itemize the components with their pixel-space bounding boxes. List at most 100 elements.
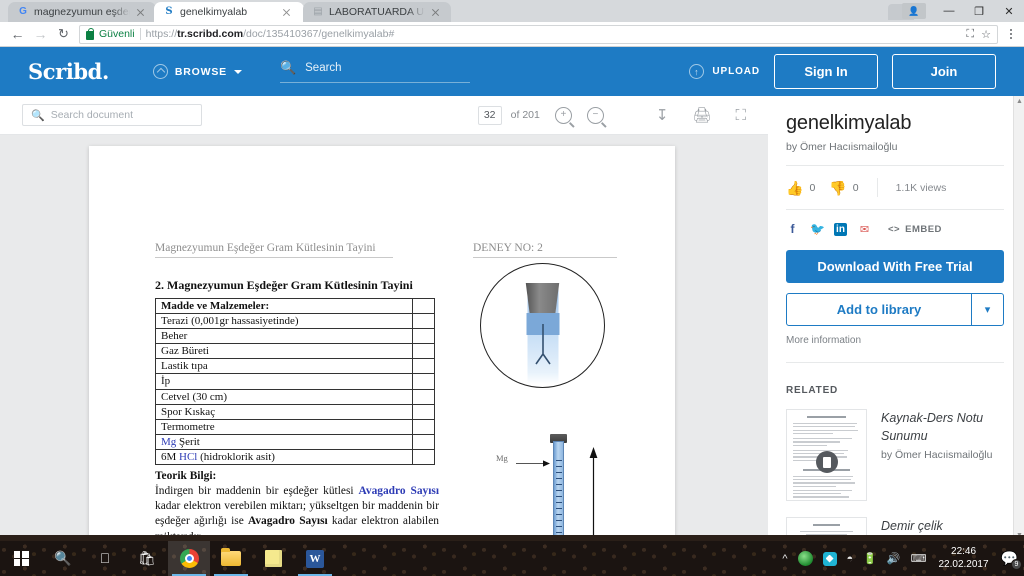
clock-date: 22.02.2017	[938, 558, 989, 570]
reload-button[interactable]: ↻	[52, 23, 75, 46]
related-thumbnail[interactable]	[786, 409, 867, 501]
material-cell: Gaz Büreti	[155, 343, 413, 360]
browser-tab-strip: G magnezyumun eşdeğer S genelkimyalab ▤ …	[0, 0, 1024, 22]
join-button[interactable]: Join	[892, 54, 996, 89]
print-icon[interactable]: 🖨	[692, 106, 711, 124]
wifi-icon[interactable]: ◓	[847, 553, 854, 565]
chrome-icon[interactable]	[168, 541, 210, 576]
upvote-control[interactable]: 👍 0	[786, 181, 815, 195]
browser-tab-3[interactable]: ▤ LABORATUARDA UYUL	[303, 2, 451, 22]
related-author: by Ömer Hacıismailoğlu	[881, 449, 993, 462]
word-icon[interactable]: W	[294, 541, 336, 576]
store-icon[interactable]: 🛍	[126, 541, 168, 576]
star-icon[interactable]: ☆	[981, 28, 991, 41]
search-icon[interactable]: 🔍	[42, 541, 84, 576]
thumb-up-icon[interactable]: 👍	[786, 181, 803, 195]
email-icon[interactable]: ✉	[858, 223, 871, 236]
burette-ticks	[554, 442, 563, 541]
page-icon: ▤	[313, 6, 323, 17]
profile-avatar-icon[interactable]: 👤	[902, 3, 926, 19]
window-maximize-button[interactable]: ❐	[964, 0, 994, 22]
keyboard-icon[interactable]: ⌨	[911, 552, 927, 565]
download-icon[interactable]: ↧	[656, 106, 669, 124]
browser-tab-2-close-icon[interactable]	[281, 7, 292, 18]
table-cell-blank	[412, 433, 435, 450]
table-row: Terazi (0,001gr hassasiyetinde)	[155, 313, 435, 330]
browser-menu-icon[interactable]	[1004, 25, 1018, 44]
download-free-trial-button[interactable]: Download With Free Trial	[786, 250, 1004, 283]
related-title[interactable]: Demir çelik	[881, 517, 943, 535]
page-navigator: of 201 + −	[477, 105, 604, 125]
document-viewport[interactable]: Magnezyumun Eşdeğer Gram Kütlesinin Tayi…	[0, 135, 768, 541]
address-bar[interactable]: Güvenli https://tr.scribd.com/doc/135410…	[79, 24, 998, 44]
divider	[876, 178, 878, 197]
sidebar-scrollbar[interactable]: ▲ ▼	[1013, 96, 1024, 541]
volume-icon[interactable]: 🔊	[887, 552, 901, 565]
sign-in-button[interactable]: Sign In	[774, 54, 878, 89]
browser-tab-2[interactable]: S genelkimyalab	[154, 2, 304, 22]
sticky-notes-icon[interactable]	[252, 541, 294, 576]
material-cell: Termometre	[155, 418, 413, 435]
window-close-button[interactable]: ✕	[994, 0, 1024, 22]
fullscreen-icon[interactable]: ⛶	[735, 107, 746, 124]
twitter-icon[interactable]: 🐦	[810, 222, 825, 236]
browser-tab-2-title: genelkimyalab	[180, 6, 248, 18]
site-search[interactable]: 🔍	[279, 60, 470, 83]
task-view-icon[interactable]: ⎕	[84, 541, 126, 576]
browse-label: BROWSE	[174, 65, 227, 78]
forward-button[interactable]: →	[29, 23, 52, 46]
table-row: Gaz Büreti	[155, 343, 435, 360]
thumb-down-icon[interactable]: 👎	[829, 181, 846, 195]
more-information-link[interactable]: More information	[786, 335, 1004, 346]
zoom-in-icon[interactable]: +	[554, 106, 572, 124]
zoom-out-icon[interactable]: −	[586, 106, 604, 124]
upload-button[interactable]: ↑ UPLOAD	[689, 64, 760, 79]
facebook-icon[interactable]: f	[786, 222, 799, 236]
current-page-input[interactable]	[477, 105, 502, 125]
network-globe-icon[interactable]	[797, 551, 813, 566]
document-info-sidebar: genelkimyalab by Ömer Hacıismailoğlu 👍 0…	[768, 96, 1024, 541]
document-search-input[interactable]	[50, 109, 193, 121]
theory-text-1: İndirgen bir maddenin bir eşdeğer kütles…	[155, 485, 359, 498]
cast-icon[interactable]: ⛶	[966, 28, 974, 41]
embed-button[interactable]: <> EMBED	[888, 224, 942, 235]
show-hidden-icons-icon[interactable]: ^	[782, 553, 787, 565]
downvote-control[interactable]: 👎 0	[829, 181, 858, 195]
downvote-count: 0	[852, 181, 859, 194]
window-minimize-button[interactable]: —	[934, 0, 964, 22]
linkedin-icon[interactable]: in	[834, 222, 847, 236]
file-explorer-icon[interactable]	[210, 541, 252, 576]
search-icon: 🔍	[279, 60, 297, 75]
search-icon: 🔍	[31, 109, 45, 122]
table-cell-blank	[412, 313, 435, 330]
browser-tab-1[interactable]: G magnezyumun eşdeğer	[8, 2, 156, 22]
view-count: 1.1K views	[895, 181, 947, 194]
clock-time: 22:46	[951, 546, 977, 557]
taskbar-clock[interactable]: 22:46 22.02.2017	[937, 546, 991, 571]
chevron-down-icon[interactable]: ▾	[971, 294, 1003, 325]
browser-tab-1-close-icon[interactable]	[135, 7, 146, 18]
windows-start-icon[interactable]	[0, 541, 42, 576]
browse-menu[interactable]: BROWSE	[152, 64, 242, 79]
browser-tab-3-close-icon[interactable]	[430, 7, 441, 18]
add-to-library-button[interactable]: Add to library	[787, 294, 971, 325]
materials-table-header: Madde ve Malzemeler:	[155, 297, 413, 315]
upvote-count: 0	[809, 181, 816, 194]
scroll-up-icon[interactable]: ▲	[1014, 96, 1024, 107]
page-header-right: DENEY NO: 2	[473, 242, 617, 258]
list-item[interactable]: Kaynak-Ders Notu Sunumu by Ömer Hacıisma…	[786, 409, 1004, 501]
site-search-input[interactable]	[305, 62, 470, 74]
scribd-badge-icon	[815, 451, 838, 474]
scribd-logo[interactable]: Scribd.	[28, 59, 109, 84]
divider	[786, 165, 1004, 166]
dropbox-icon[interactable]	[822, 551, 837, 566]
document-search[interactable]: 🔍	[22, 104, 202, 126]
page-section-title: 2. Magnezyumun Eşdeğer Gram Kütlesinin T…	[155, 278, 413, 292]
material-cell: Terazi (0,001gr hassasiyetinde)	[155, 313, 413, 330]
notifications-icon[interactable]: 💬 9	[1001, 550, 1022, 570]
table-row: Mg Şerit	[155, 433, 435, 450]
battery-icon[interactable]: 🔋	[863, 552, 877, 565]
back-button[interactable]: ←	[6, 23, 29, 46]
page-running-header: Magnezyumun Eşdeğer Gram Kütlesinin Tayi…	[155, 242, 617, 258]
related-title[interactable]: Kaynak-Ders Notu Sunumu	[881, 409, 1004, 445]
